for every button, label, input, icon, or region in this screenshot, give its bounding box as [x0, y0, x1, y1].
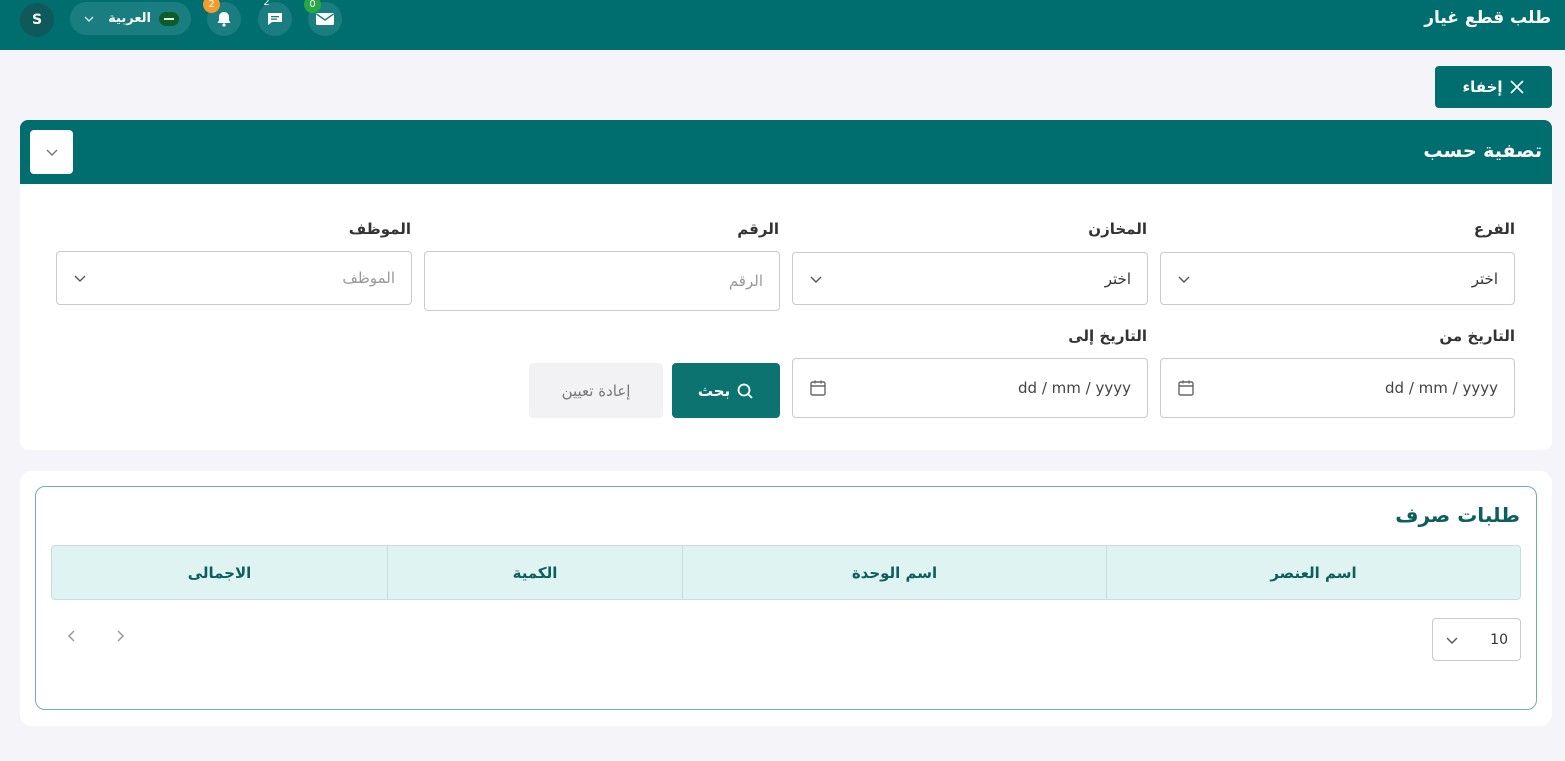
calendar-icon[interactable] [1177, 379, 1195, 397]
chevron-left-icon [67, 630, 75, 642]
notifications-button[interactable]: 2 [203, 0, 241, 36]
chevron-down-icon [74, 275, 86, 282]
collapse-filter-button[interactable] [30, 130, 73, 174]
column-header[interactable]: الكمية [387, 546, 682, 599]
search-label: بحث [697, 381, 731, 400]
employee-placeholder: الموظف [342, 269, 395, 287]
page-size-value: 10 [1490, 631, 1508, 648]
reset-label: إعادة تعيين [561, 381, 631, 400]
column-header[interactable]: اسم العنصر [1106, 546, 1520, 599]
employee-select[interactable]: الموظف [56, 251, 412, 305]
number-input[interactable]: الرقم [424, 251, 780, 311]
branch-select[interactable]: اختر [1160, 252, 1515, 305]
branch-label: الفرع [1473, 220, 1515, 238]
chevron-down-icon [1446, 637, 1458, 644]
date-to-label: التاريخ إلى [1068, 327, 1147, 345]
column-header[interactable]: اسم الوحدة [682, 546, 1106, 599]
messages-button[interactable]: 2 [258, 0, 292, 36]
requests-card: طلبات صرف اسم العنصر اسم الوحدة الكمية ا… [20, 471, 1552, 726]
next-page-button[interactable] [112, 628, 128, 644]
close-icon [1509, 80, 1524, 94]
envelope-icon [316, 13, 334, 25]
number-label: الرقم [737, 220, 779, 238]
top-bar: طلب قطع غيار S العربية 2 2 0 [0, 0, 1565, 50]
calendar-icon[interactable] [809, 379, 827, 397]
language-label: العربية [108, 11, 151, 26]
previous-page-button[interactable] [64, 628, 80, 644]
bell-icon [217, 12, 231, 27]
saudi-flag-icon [159, 11, 179, 26]
table-header: اسم العنصر اسم الوحدة الكمية الاجمالى [51, 545, 1521, 600]
date-to-value: dd / mm / yyyy [1018, 379, 1131, 397]
search-button[interactable]: بحث [672, 363, 780, 418]
hide-filter-button[interactable]: إخفاء [1435, 66, 1552, 108]
mail-button[interactable]: 0 [304, 0, 342, 36]
employee-label: الموظف [348, 220, 411, 238]
user-avatar[interactable]: S [20, 3, 54, 37]
table-title: طلبات صرف [1395, 503, 1520, 527]
column-header[interactable]: الاجمالى [52, 546, 387, 599]
stores-label: المخازن [1088, 220, 1147, 238]
filter-panel: تصفية حسب الفرع المخازن الرقم الموظف اخت… [20, 120, 1552, 450]
page-title: طلب قطع غيار [1424, 8, 1551, 28]
language-selector[interactable]: العربية [70, 2, 191, 35]
filter-title: تصفية حسب [1423, 140, 1542, 162]
chevron-down-icon [1178, 276, 1190, 283]
chevron-down-icon [84, 15, 94, 22]
number-placeholder: الرقم [728, 272, 763, 290]
pagination [64, 628, 128, 644]
chat-icon [268, 13, 282, 25]
stores-select[interactable]: اختر [792, 252, 1148, 305]
filter-header: تصفية حسب [20, 120, 1552, 184]
branch-select-value: اختر [1471, 269, 1498, 288]
date-from-value: dd / mm / yyyy [1385, 379, 1498, 397]
chevron-down-icon [810, 276, 822, 283]
reset-button[interactable]: إعادة تعيين [529, 363, 663, 418]
stores-select-value: اختر [1104, 269, 1131, 288]
chevron-right-icon [117, 630, 125, 642]
hide-label: إخفاء [1462, 78, 1503, 96]
requests-table-container: طلبات صرف اسم العنصر اسم الوحدة الكمية ا… [35, 486, 1537, 710]
chevron-down-icon [46, 149, 57, 156]
search-icon [737, 383, 753, 399]
date-to-input[interactable]: dd / mm / yyyy [792, 358, 1148, 418]
date-from-input[interactable]: dd / mm / yyyy [1160, 358, 1515, 418]
date-from-label: التاريخ من [1439, 327, 1515, 345]
page-size-select[interactable]: 10 [1432, 618, 1521, 661]
